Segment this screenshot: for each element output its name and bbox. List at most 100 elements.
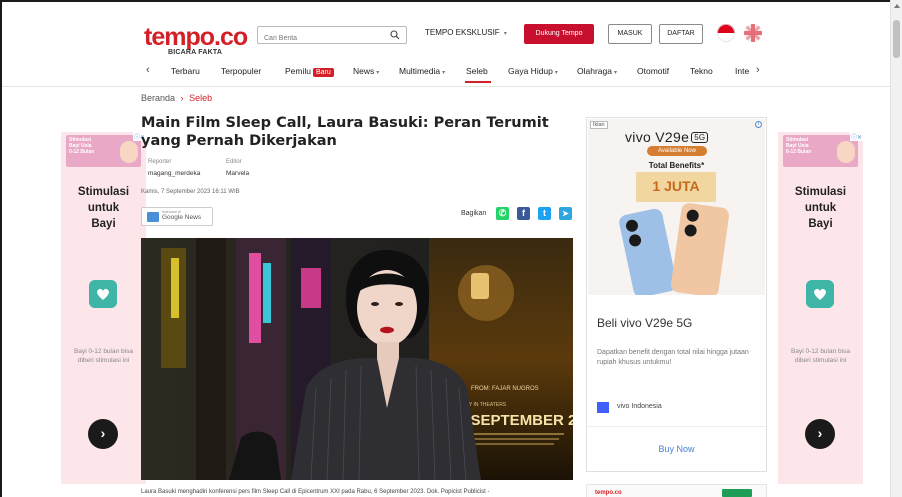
hand-heart-icon <box>89 280 117 308</box>
breadcrumb-current[interactable]: Seleb <box>189 93 212 103</box>
nav-item-pemilu[interactable]: Pemilu Baru <box>285 66 334 77</box>
side-ad-title-line: Stimulasi <box>77 186 130 198</box>
nav-item-pemilu-label: Pemilu <box>285 66 311 76</box>
nav-item-seleb[interactable]: Seleb <box>466 66 488 76</box>
ad-tag: Iklan <box>590 121 608 129</box>
daftar-button[interactable]: DAFTAR <box>659 24 703 44</box>
side-ad-title-line: Bayi <box>91 218 116 230</box>
vivo-brand: vivo V29e 5G <box>625 129 709 145</box>
editor-label: Editor <box>226 159 242 165</box>
side-ad-next-button[interactable]: › <box>88 419 118 449</box>
main-nav: ‹ Terbaru Terpopuler Pemilu Baru News ▾ Mu… <box>142 64 766 82</box>
side-ad-title: Stimulasi untuk Bayi <box>61 184 146 232</box>
uk-flag-icon[interactable] <box>744 24 762 42</box>
vivo-advertiser-name[interactable]: vivo Indonesia <box>617 403 662 410</box>
vertical-scrollbar[interactable] <box>890 0 902 497</box>
vivo-ad-title[interactable]: Beli vivo V29e 5G <box>597 316 692 330</box>
camera-lens <box>624 218 640 233</box>
bottom-ad[interactable]: tempo.co <box>586 484 767 497</box>
search-input[interactable] <box>258 30 378 47</box>
side-ad-title-line: untuk <box>804 202 837 214</box>
ad-info-icon[interactable]: i <box>755 121 762 128</box>
editor-name[interactable]: Marvela <box>226 170 249 177</box>
side-ad-next-button[interactable]: › <box>805 419 835 449</box>
article-photo: FROM: FAJAR NUGROS ONLY IN THEATERS 7 SE… <box>141 238 573 480</box>
nav-next-arrow[interactable]: › <box>756 64 760 76</box>
camera-lens <box>683 223 698 238</box>
tempo-tagline: BICARA FAKTA <box>168 49 223 56</box>
side-ad-banner: Stimulasi Bayi Usia 0-12 Bulan <box>66 135 141 167</box>
right-side-ad[interactable]: Stimulasi Bayi Usia 0-12 Bulan ⓘ✕ Stimul… <box>778 132 863 484</box>
nav-prev-arrow[interactable]: ‹ <box>146 64 150 76</box>
vivo-5g-badge: 5G <box>691 132 709 143</box>
indonesia-flag-icon[interactable] <box>717 24 735 42</box>
share-label: Bagikan <box>461 210 487 217</box>
breadcrumb-home[interactable]: Beranda <box>141 93 175 103</box>
side-ad-banner-line: 0-12 Bulan <box>786 149 812 155</box>
vivo-ad-description: Dapatkan benefit dengan total nilai hing… <box>597 349 749 366</box>
reporter-name[interactable]: magang_merdeka <box>148 170 200 177</box>
scroll-thumb[interactable] <box>893 20 900 58</box>
nav-item-news[interactable]: News ▾ <box>353 66 379 76</box>
side-ad-banner-text: Stimulasi Bayi Usia 0-12 Bulan <box>786 137 811 155</box>
nav-item-multimedia[interactable]: Multimedia ▾ <box>399 66 445 76</box>
chevron-down-icon: ▾ <box>613 70 617 76</box>
nav-item-olahraga-label: Olahraga <box>577 66 612 76</box>
juta-box: 1 JUTA <box>636 172 716 202</box>
nav-item-terpopuler[interactable]: Terpopuler <box>221 66 261 76</box>
search-icon[interactable] <box>390 30 400 40</box>
nav-item-otomotif[interactable]: Otomotif <box>637 66 669 76</box>
article-date: Kamis, 7 September 2023 16:11 WIB <box>141 189 240 195</box>
poster-credit: FROM: FAJAR NUGROS <box>471 386 539 392</box>
google-news-button[interactable]: Ikuti kami di Google News <box>141 207 213 226</box>
phone-image-blue <box>617 207 679 295</box>
scroll-up-arrow-icon[interactable] <box>894 4 900 8</box>
chevron-down-icon: ▾ <box>554 70 558 76</box>
whatsapp-share-icon[interactable]: ✆ <box>496 207 509 220</box>
bottom-ad-logo: tempo.co <box>595 490 622 496</box>
nav-item-multimedia-label: Multimedia <box>399 66 441 76</box>
telegram-share-icon[interactable]: ➤ <box>559 207 572 220</box>
poster-date: 7 SEPTEMBER 2023 <box>458 412 573 429</box>
chevron-down-icon: ▾ <box>503 31 507 37</box>
google-news-icon <box>147 212 159 222</box>
dukung-tempo-button[interactable]: Dukung Tempo <box>524 24 594 44</box>
ad-close-icon[interactable]: ⓘ✕ <box>849 132 863 141</box>
twitter-share-icon[interactable]: t <box>538 207 551 220</box>
side-ad-title: Stimulasi untuk Bayi <box>778 184 863 232</box>
masuk-button[interactable]: MASUK <box>608 24 652 44</box>
juta-text: 1 JUTA <box>652 178 700 194</box>
article-title: Main Film Sleep Call, Laura Basuki: Pera… <box>141 115 549 149</box>
breadcrumb-separator: › <box>180 93 184 103</box>
side-ad-banner: Stimulasi Bayi Usia 0-12 Bulan <box>783 135 858 167</box>
tempo-logo[interactable]: tempo.co <box>144 23 248 52</box>
nav-item-internasional[interactable]: Inte <box>735 66 749 76</box>
facebook-share-icon[interactable]: f <box>517 207 530 220</box>
tempo-eksklusif-menu[interactable]: TEMPO EKSKLUSIF ▾ <box>425 28 507 37</box>
available-now-badge: Available Now <box>647 146 707 156</box>
nav-item-news-label: News <box>353 66 375 76</box>
chevron-down-icon: ▾ <box>442 70 446 76</box>
nav-item-gaya-hidup[interactable]: Gaya Hidup ▾ <box>508 66 558 76</box>
nav-item-tekno[interactable]: Tekno <box>690 66 713 76</box>
side-ad-title-line: untuk <box>87 202 120 214</box>
side-ad-text: Bayi 0-12 bulan bisa diberi stimulasi in… <box>791 348 850 364</box>
side-ad-title-line: Stimulasi <box>794 186 847 198</box>
side-ad-banner-text: Stimulasi Bayi Usia 0-12 Bulan <box>69 137 94 155</box>
nav-item-terbaru[interactable]: Terbaru <box>171 66 200 76</box>
left-side-ad[interactable]: Stimulasi Bayi Usia 0-12 Bulan ⓘ✕ Stimul… <box>61 132 146 484</box>
side-ad-title-line: Bayi <box>808 218 833 230</box>
nav-item-olahraga[interactable]: Olahraga ▾ <box>577 66 617 76</box>
search-box[interactable] <box>257 26 407 47</box>
vivo-ad[interactable]: Iklan i vivo V29e 5G Available Now Total … <box>586 117 767 472</box>
google-news-label: Google News <box>162 214 202 221</box>
buy-now-button[interactable]: Buy Now <box>587 444 766 454</box>
side-ad-banner-line: 0-12 Bulan <box>69 149 95 155</box>
reporter-label: Reporter <box>148 159 172 165</box>
phone-image-orange <box>669 202 731 295</box>
vivo-ad-image[interactable]: Iklan i vivo V29e 5G Available Now Total … <box>588 119 765 295</box>
nav-divider <box>2 86 892 87</box>
page-frame: tempo.co BICARA FAKTA TEMPO EKSKLUSIF ▾ … <box>0 0 902 497</box>
baby-image <box>120 141 138 163</box>
total-benefits-label: Total Benefits* <box>648 161 705 170</box>
